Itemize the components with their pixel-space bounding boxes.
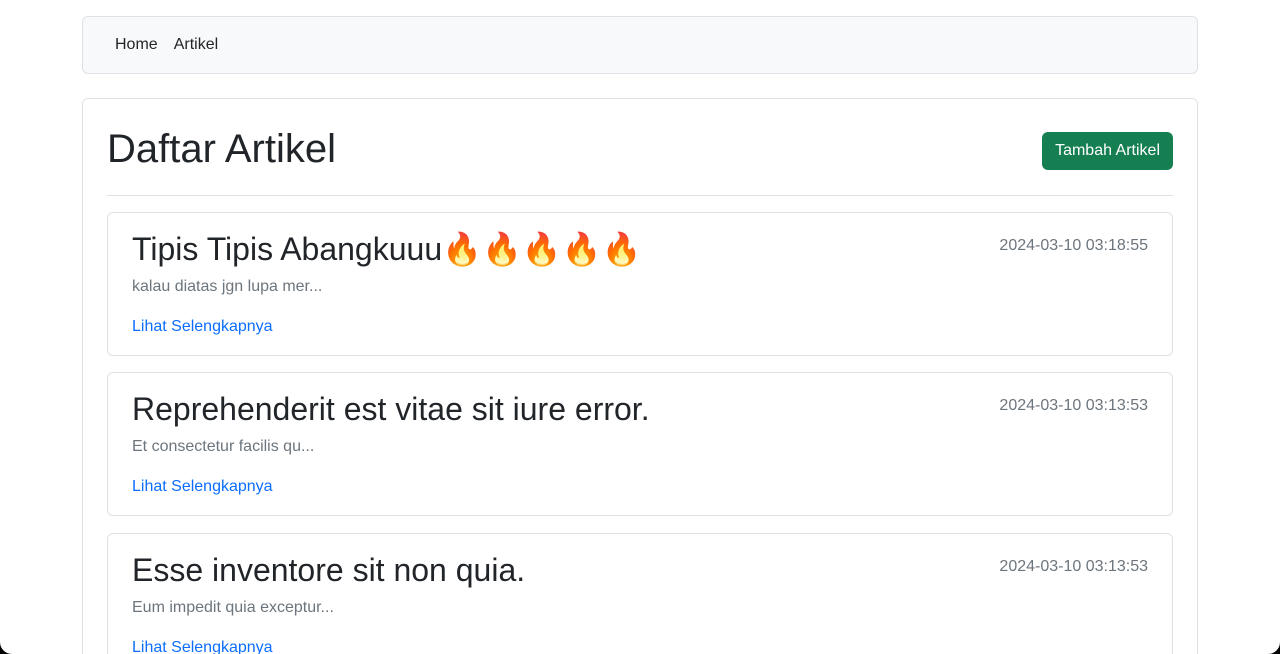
add-article-button[interactable]: Tambah Artikel <box>1042 132 1173 170</box>
read-more-link[interactable]: Lihat Selengkapnya <box>132 636 273 654</box>
article-title: Esse inventore sit non quia. <box>132 552 526 588</box>
divider <box>107 195 1173 196</box>
article-excerpt: Eum impedit quia exceptur... <box>132 599 334 616</box>
article-title: Tipis Tipis Abangkuuu🔥🔥🔥🔥🔥 <box>132 231 642 267</box>
article-list-card: Daftar Artikel Tambah Artikel Tipis Tipi… <box>82 98 1198 654</box>
article-title: Reprehenderit est vitae sit iure error. <box>132 391 650 427</box>
article-date: 2024-03-10 03:13:53 <box>999 558 1148 575</box>
page-title: Daftar Artikel <box>107 127 336 171</box>
article-date: 2024-03-10 03:18:55 <box>999 237 1148 254</box>
browser-viewport: Home Artikel Daftar Artikel Tambah Artik… <box>0 0 1280 654</box>
nav-link-artikel[interactable]: Artikel <box>174 33 218 57</box>
article-card: Reprehenderit est vitae sit iure error. … <box>107 372 1173 516</box>
article-excerpt: Et consectetur facilis qu... <box>132 438 315 455</box>
read-more-link[interactable]: Lihat Selengkapnya <box>132 315 273 339</box>
article-card: Tipis Tipis Abangkuuu🔥🔥🔥🔥🔥 2024-03-10 03… <box>107 212 1173 356</box>
read-more-link[interactable]: Lihat Selengkapnya <box>132 475 273 499</box>
article-date: 2024-03-10 03:13:53 <box>999 397 1148 414</box>
navbar: Home Artikel <box>82 16 1198 74</box>
article-excerpt: kalau diatas jgn lupa mer... <box>132 278 323 295</box>
nav-link-home[interactable]: Home <box>115 33 158 57</box>
article-card: Esse inventore sit non quia. 2024-03-10 … <box>107 533 1173 654</box>
